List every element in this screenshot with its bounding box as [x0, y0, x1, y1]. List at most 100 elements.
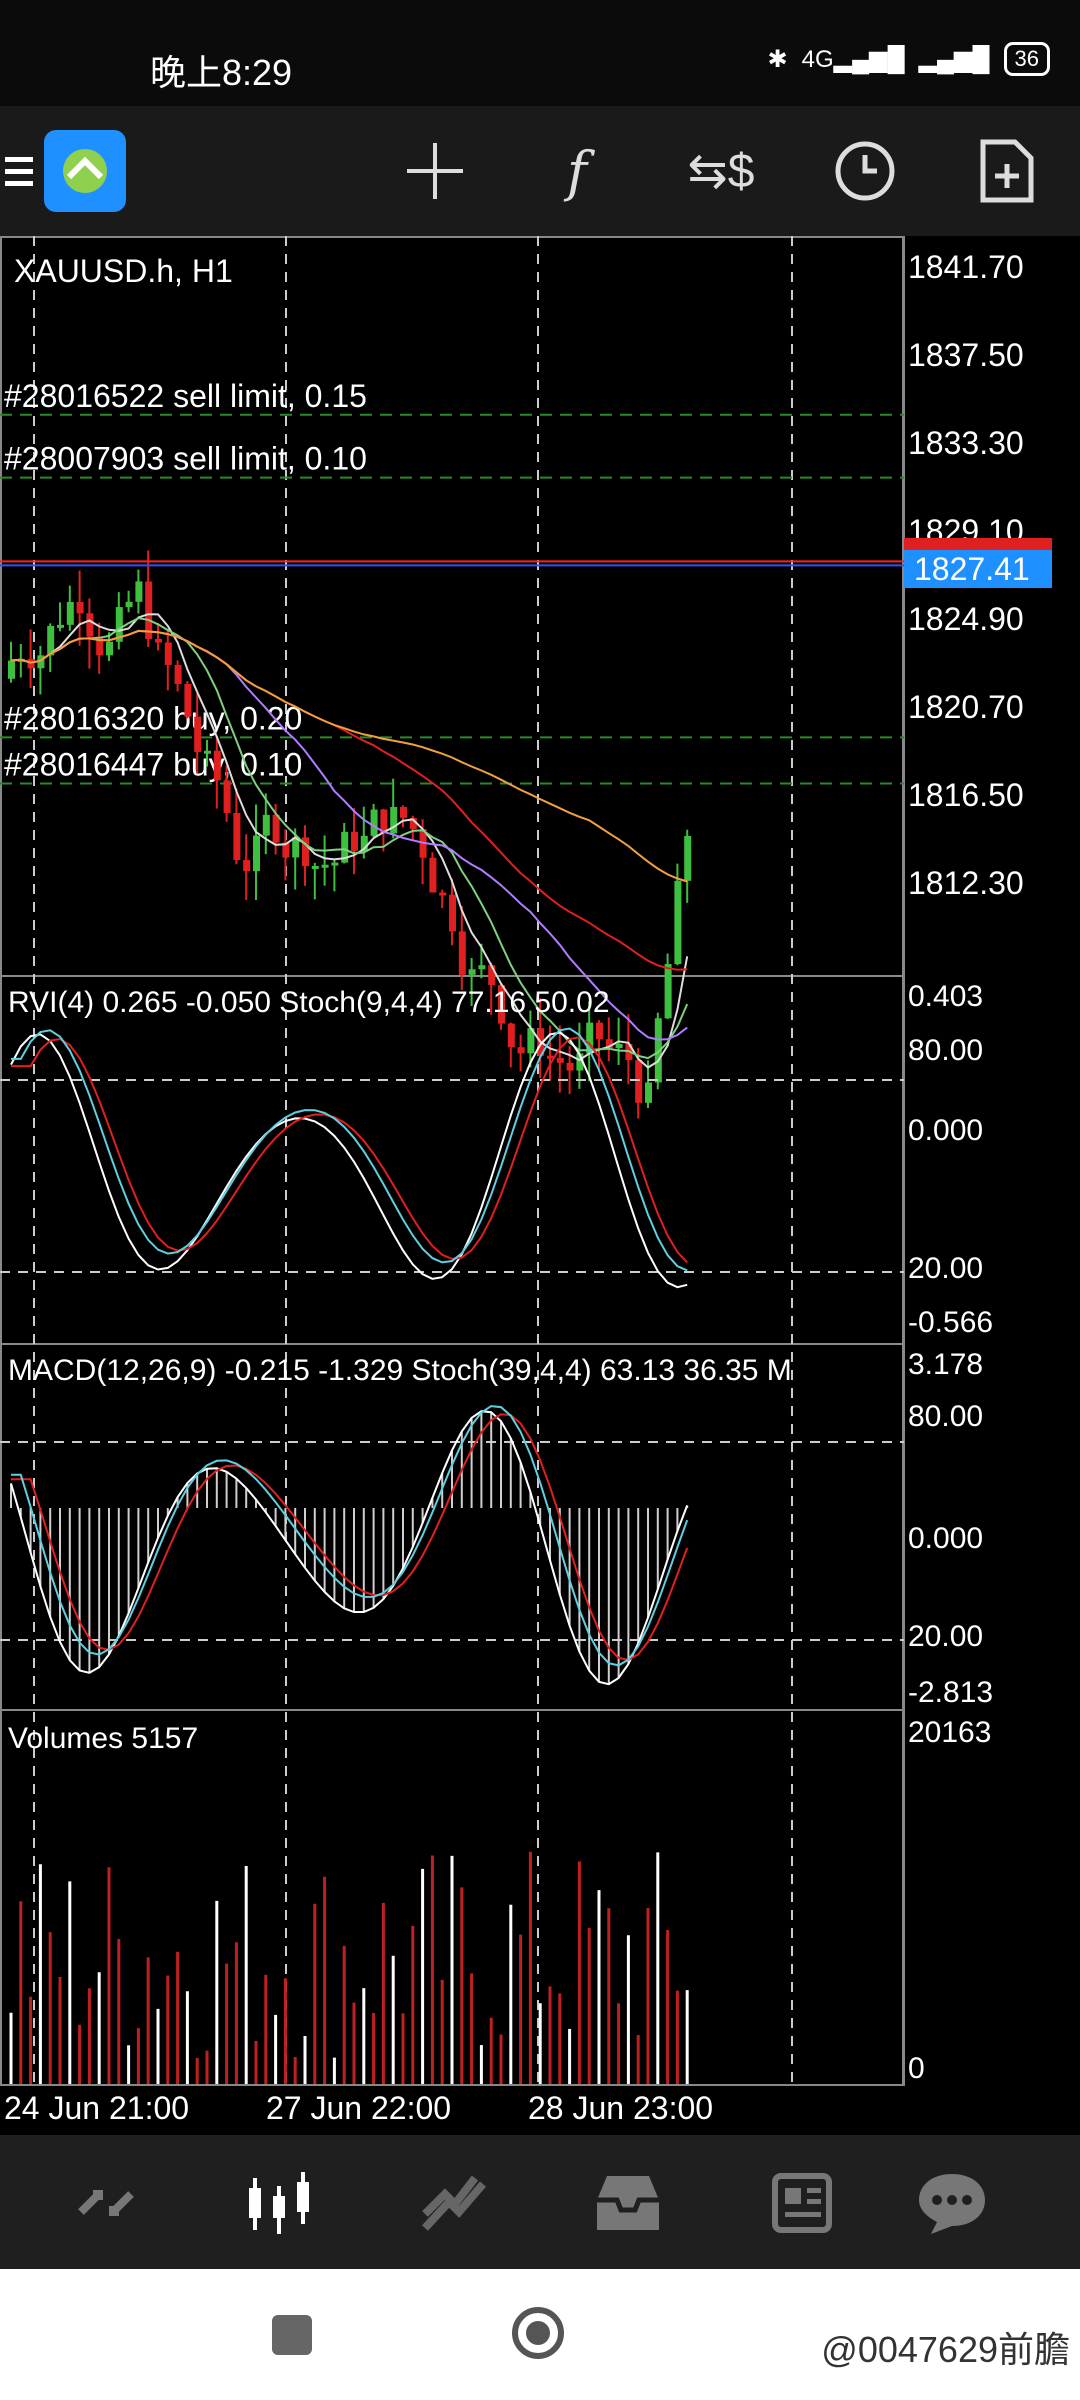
clock: 晚上8:29 — [150, 52, 293, 93]
candle-body — [125, 601, 133, 608]
order-label[interactable]: #28016522 sell limit, 0.15 — [4, 378, 367, 414]
volume-axis-zero: 0 — [908, 2052, 925, 2085]
signal-line — [11, 1405, 689, 1667]
chart-icon[interactable] — [240, 2163, 320, 2243]
candle-body — [204, 750, 211, 754]
order-label[interactable]: #28016447 buy, 0.10 — [4, 747, 302, 783]
rvi-axis-tick: 0.000 — [908, 1114, 983, 1147]
candle-body — [194, 716, 202, 752]
candle-body — [233, 812, 241, 860]
candle-body — [351, 831, 358, 851]
candle-body — [57, 624, 64, 628]
macd-axis-tick: 80.00 — [908, 1400, 983, 1433]
candle-body — [145, 581, 153, 639]
candle-body — [507, 1023, 515, 1048]
rvi-axis-tick: 0.403 — [908, 980, 983, 1013]
symbol-icon[interactable]: ⇆$ — [678, 128, 764, 214]
candle-body — [556, 1057, 564, 1063]
candle-body — [566, 1062, 574, 1071]
battery-icon: 36 — [1003, 42, 1050, 76]
signal-line — [11, 1027, 688, 1272]
macd-axis-tick: 20.00 — [908, 1620, 983, 1653]
candle-body — [262, 814, 270, 836]
chart-toolbar: f ⇆$ — [0, 106, 1080, 236]
volume-label: Volumes 5157 — [8, 1722, 198, 1755]
candle-body — [596, 1022, 603, 1040]
rvi-label: RVI(4) 0.265 -0.050 Stoch(9,4,4) 77.16 5… — [8, 986, 610, 1019]
candle-body — [8, 660, 15, 679]
trade-icon[interactable] — [414, 2163, 494, 2243]
indicators-icon[interactable]: f — [534, 128, 620, 214]
ma-line — [10, 629, 688, 971]
candle-body — [468, 969, 476, 975]
candle-body — [370, 809, 378, 836]
candle-body — [458, 931, 466, 975]
mt-logo-icon[interactable] — [44, 130, 126, 212]
signal-line — [11, 1413, 689, 1661]
signal-line — [11, 1036, 688, 1264]
candle-body — [27, 658, 35, 669]
time-tick: 24 Jun 21:00 — [4, 2090, 190, 2126]
bottom-navigation — [0, 2135, 1080, 2269]
candle-body — [253, 835, 260, 872]
chat-icon[interactable] — [912, 2163, 992, 2243]
time-tick: 28 Jun 23:00 — [528, 2090, 714, 2126]
order-label[interactable]: #28007903 sell limit, 0.10 — [4, 441, 367, 477]
candle-body — [517, 1047, 525, 1054]
price-tick: 1816.50 — [908, 777, 1024, 813]
recents-button[interactable] — [272, 2315, 312, 2355]
candle-body — [664, 964, 672, 1019]
status-bar: 晚上8:29 ✱ 4G▂▄▆█ ▂▄▆█ 36 — [0, 0, 1080, 106]
candle-body — [439, 892, 447, 896]
status-icons: ✱ 4G▂▄▆█ ▂▄▆█ 36 — [768, 42, 1050, 76]
candle-body — [155, 638, 162, 643]
candle-body — [674, 880, 682, 965]
price-tick: 1833.30 — [908, 425, 1024, 461]
candle-body — [645, 1082, 652, 1103]
candle-body — [478, 965, 486, 970]
news-icon[interactable] — [760, 2163, 840, 2243]
candle-body — [615, 1043, 623, 1049]
timeframe-icon[interactable] — [822, 128, 908, 214]
candle-body — [243, 859, 251, 872]
candle-body — [223, 780, 231, 813]
menu-icon[interactable] — [0, 128, 40, 214]
history-icon[interactable] — [588, 2163, 668, 2243]
rvi-axis-tick: -0.566 — [908, 1306, 993, 1339]
candle-body — [135, 581, 143, 602]
macd-label: MACD(12,26,9) -0.215 -1.329 Stoch(39,4,4… — [8, 1354, 792, 1387]
crosshair-icon[interactable] — [392, 128, 478, 214]
wifi-signal-icon: ▂▄▆█ — [918, 45, 990, 73]
candle-body — [311, 865, 319, 869]
home-button[interactable] — [512, 2307, 564, 2359]
candle-body — [449, 894, 456, 932]
candle-body — [66, 601, 74, 625]
system-navigation: @0047629前膽 — [0, 2269, 1080, 2400]
osc-line — [10, 1410, 689, 1686]
candle-body — [331, 862, 339, 866]
time-tick: 27 Jun 22:00 — [266, 2090, 452, 2126]
candle-body — [184, 684, 192, 717]
chart-canvas[interactable]: #28016522 sell limit, 0.15 #28007903 sell… — [0, 236, 1080, 2086]
new-order-icon[interactable] — [964, 128, 1050, 214]
macd-axis-tick: 3.178 — [908, 1348, 983, 1381]
ma-line — [10, 629, 688, 1041]
price-tick: 1812.30 — [908, 865, 1024, 901]
symbol-label: XAUUSD.h, H1 — [14, 253, 233, 289]
signal-icon: 4G▂▄▆█ — [801, 45, 905, 73]
price-tick: 1824.90 — [908, 601, 1024, 637]
watermark: @0047629前膽 — [821, 2329, 1070, 2370]
candle-body — [164, 642, 172, 665]
rvi-axis-tick: 20.00 — [908, 1252, 983, 1285]
candle-body — [429, 857, 437, 893]
quotes-icon[interactable] — [66, 2163, 146, 2243]
candle-body — [684, 835, 692, 881]
candle-body — [86, 613, 94, 637]
order-label[interactable]: #28016320 buy, 0.20 — [4, 700, 302, 736]
candle-body — [76, 601, 84, 614]
volume-axis-max: 20163 — [908, 1716, 991, 1749]
price-tick: 1837.50 — [908, 337, 1024, 373]
macd-axis-tick: -2.813 — [908, 1676, 993, 1709]
chart-area[interactable]: #28016522 sell limit, 0.15 #28007903 sell… — [0, 236, 1080, 2086]
candle-body — [272, 814, 280, 843]
